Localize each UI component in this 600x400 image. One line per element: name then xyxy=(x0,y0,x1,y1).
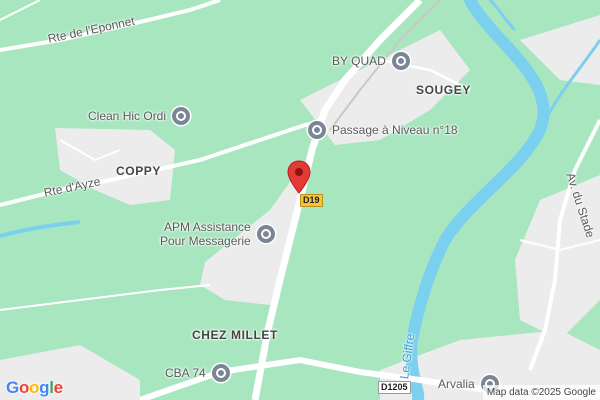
map-canvas[interactable]: Rte de l'Eponnet Rte d'Ayze Av. du Stade… xyxy=(0,0,600,400)
poi-label-line1: APM Assistance xyxy=(164,220,251,234)
poi-label: CBA 74 xyxy=(165,366,206,380)
google-logo[interactable]: Google xyxy=(6,378,63,398)
place-marker-icon xyxy=(256,225,275,243)
place-label-sougey: SOUGEY xyxy=(416,83,471,97)
place-marker-icon xyxy=(308,121,326,139)
logo-letter: o xyxy=(29,378,40,397)
poi-label: Passage à Niveau n°18 xyxy=(332,123,458,137)
road-shield-d19: D19 xyxy=(300,194,323,207)
place-label-chez-millet: CHEZ MILLET xyxy=(192,328,278,342)
road-shield-d1205: D1205 xyxy=(378,381,411,394)
poi-label-line2: Pour Messagerie xyxy=(160,234,251,248)
place-marker-icon xyxy=(391,52,410,70)
logo-letter: o xyxy=(18,378,30,397)
poi-label: BY QUAD xyxy=(332,54,386,68)
poi-cba-74[interactable]: CBA 74 xyxy=(165,364,230,382)
location-pin-icon[interactable] xyxy=(287,160,311,194)
poi-clean-hic-ordi[interactable]: Clean Hic Ordi xyxy=(88,107,191,125)
logo-letter: e xyxy=(53,378,63,397)
map-attribution[interactable]: Map data ©2025 Google xyxy=(482,385,600,400)
poi-label: Arvalia xyxy=(438,377,475,391)
poi-by-quad[interactable]: BY QUAD xyxy=(332,52,410,70)
logo-letter: G xyxy=(6,378,19,397)
poi-passage-a-niveau[interactable]: Passage à Niveau n°18 xyxy=(308,121,458,139)
logo-letter: g xyxy=(39,378,50,397)
poi-label: APM Assistance Pour Messagerie xyxy=(160,220,251,248)
place-label-coppy: COPPY xyxy=(116,164,162,178)
place-marker-icon xyxy=(211,364,230,382)
poi-label: Clean Hic Ordi xyxy=(88,109,167,123)
poi-apm-assistance[interactable]: APM Assistance Pour Messagerie xyxy=(160,220,275,248)
place-marker-icon xyxy=(172,107,191,125)
